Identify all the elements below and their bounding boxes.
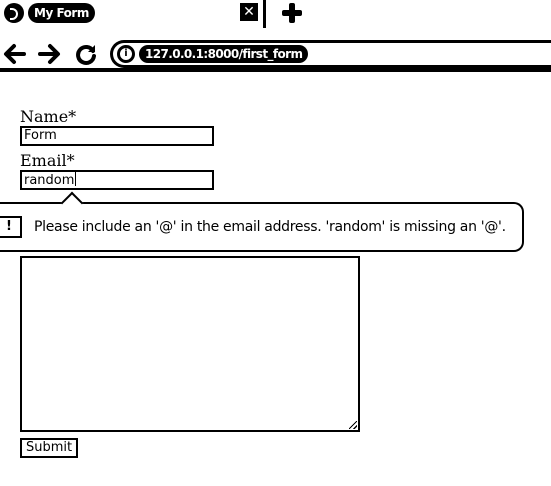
new-tab-plus-icon[interactable] xyxy=(281,2,303,24)
tab-my-form[interactable]: My Form ✕ xyxy=(0,0,266,28)
page-content: Name* Form Email* random Submit ! Please… xyxy=(0,72,551,486)
message-textarea[interactable] xyxy=(20,256,360,432)
django-favicon-icon xyxy=(4,3,24,23)
validation-tooltip: ! Please include an '@' in the email add… xyxy=(0,191,524,252)
email-input-value: random xyxy=(24,173,75,188)
email-label: Email* xyxy=(20,151,75,170)
close-tab-icon[interactable]: ✕ xyxy=(240,3,258,21)
address-bar[interactable]: i 127.0.0.1:8000/first_form xyxy=(110,40,551,68)
text-caret xyxy=(75,172,77,186)
tooltip-arrow xyxy=(60,191,84,215)
resize-grip-icon[interactable] xyxy=(349,421,357,429)
back-arrow-icon[interactable] xyxy=(2,42,26,66)
warning-icon: ! xyxy=(0,216,22,238)
reload-icon[interactable] xyxy=(74,42,98,66)
email-input[interactable]: random xyxy=(20,170,214,190)
tab-title: My Form xyxy=(28,3,95,23)
forward-arrow-icon[interactable] xyxy=(38,42,62,66)
submit-button[interactable]: Submit xyxy=(20,438,79,458)
validation-message: Please include an '@' in the email addre… xyxy=(34,219,506,235)
name-input-value: Form xyxy=(24,128,57,143)
site-info-icon[interactable]: i xyxy=(117,45,135,63)
name-input[interactable]: Form xyxy=(20,126,214,146)
name-label: Name* xyxy=(20,107,77,126)
tab-strip: My Form ✕ xyxy=(0,0,551,28)
browser-window: My Form ✕ i 127.0.0.1:8000/first_form Na… xyxy=(0,0,551,486)
url-text[interactable]: 127.0.0.1:8000/first_form xyxy=(139,45,309,63)
